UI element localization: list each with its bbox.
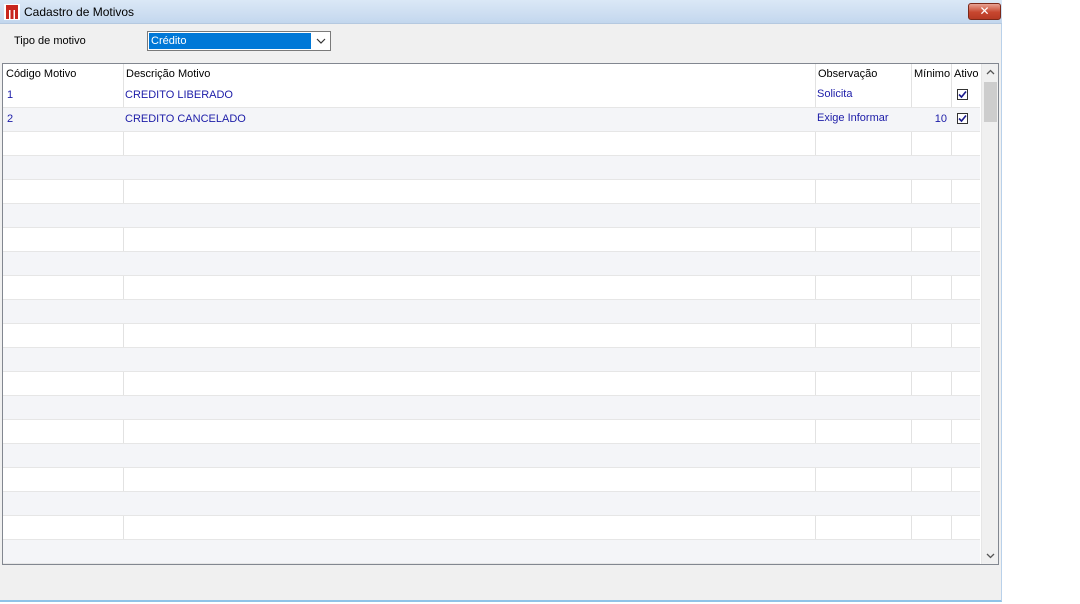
motivos-grid[interactable]: Código Motivo Descrição Motivo Observaçã… — [2, 63, 999, 565]
ativo-checkbox[interactable] — [957, 89, 968, 100]
window-title: Cadastro de Motivos — [24, 5, 135, 19]
header-codigo-motivo[interactable]: Código Motivo — [6, 68, 76, 80]
title-bar[interactable]: Cadastro de Motivos ✕ — [0, 0, 1002, 24]
close-button[interactable]: ✕ — [968, 3, 1001, 20]
header-minimo[interactable]: Mínimo — [914, 68, 950, 80]
empty-row[interactable] — [3, 444, 980, 468]
ativo-checkbox[interactable] — [957, 113, 968, 124]
cell-codigo: 2 — [7, 113, 14, 125]
empty-row[interactable] — [3, 468, 980, 492]
empty-row[interactable] — [3, 324, 980, 348]
cell-observacao: Exige Informar — [817, 112, 889, 124]
empty-row[interactable] — [3, 300, 980, 324]
tipo-motivo-select[interactable]: Crédito — [147, 31, 331, 51]
tipo-motivo-selected-value: Crédito — [149, 33, 311, 49]
chevron-down-icon[interactable] — [982, 547, 999, 564]
cell-codigo: 1 — [7, 89, 14, 101]
scrollbar-thumb[interactable] — [984, 82, 997, 122]
empty-row[interactable] — [3, 252, 980, 276]
chevron-up-icon[interactable] — [982, 64, 999, 81]
header-descricao-motivo[interactable]: Descrição Motivo — [126, 68, 210, 80]
empty-row[interactable] — [3, 540, 980, 564]
empty-row[interactable] — [3, 132, 980, 156]
empty-row[interactable] — [3, 276, 980, 300]
empty-row[interactable] — [3, 516, 980, 540]
empty-row[interactable] — [3, 180, 980, 204]
empty-row[interactable] — [3, 348, 980, 372]
empty-row[interactable] — [3, 372, 980, 396]
cell-descricao: CREDITO LIBERADO — [125, 89, 233, 101]
header-ativo[interactable]: Ativo — [954, 68, 978, 80]
header-observacao[interactable]: Observação — [818, 68, 877, 80]
empty-row[interactable] — [3, 228, 980, 252]
vertical-scrollbar[interactable] — [981, 64, 998, 564]
empty-row[interactable] — [3, 156, 980, 180]
empty-row[interactable] — [3, 420, 980, 444]
empty-row[interactable] — [3, 396, 980, 420]
table-row[interactable]: 2 CREDITO CANCELADO Exige Informar 10 — [3, 108, 980, 132]
app-logo-icon — [4, 4, 20, 20]
cell-observacao: Solicita — [817, 88, 853, 100]
empty-row[interactable] — [3, 492, 980, 516]
checkmark-icon — [958, 90, 967, 99]
empty-row[interactable] — [3, 204, 980, 228]
chevron-down-icon[interactable] — [315, 35, 327, 47]
table-row[interactable]: 1 CREDITO LIBERADO Solicita — [3, 84, 980, 108]
cadastro-motivos-window: Cadastro de Motivos ✕ Tipo de motivo Cré… — [0, 0, 1002, 602]
cell-minimo: 10 — [934, 113, 947, 125]
status-bar — [0, 566, 1000, 600]
cell-descricao: CREDITO CANCELADO — [125, 113, 246, 125]
checkmark-icon — [958, 114, 967, 123]
tipo-motivo-label: Tipo de motivo — [14, 35, 86, 47]
